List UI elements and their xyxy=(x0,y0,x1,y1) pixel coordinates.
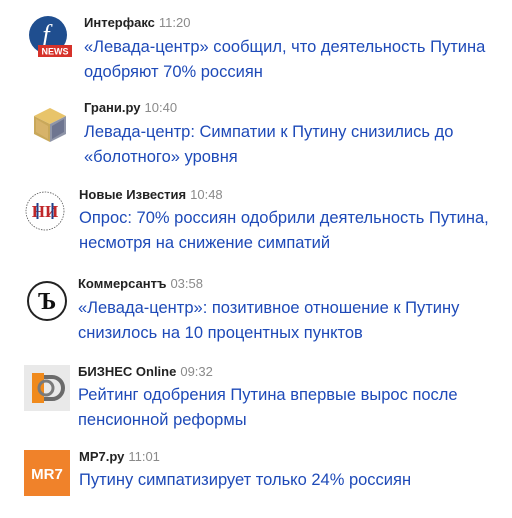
kommersant-logo[interactable]: Ъ xyxy=(24,278,70,324)
source-line: МР7.ру 11:01 xyxy=(79,449,160,465)
headline-line[interactable]: одобряют 70% россиян xyxy=(84,60,512,85)
publish-time: 10:48 xyxy=(190,187,223,202)
source-line: Коммерсантъ 03:58 xyxy=(78,276,203,292)
source-line: БИЗНЕС Online 09:32 xyxy=(78,364,213,380)
headline-line[interactable]: Рейтинг одобрения Путина впервые вырос п… xyxy=(78,383,508,408)
source-line: Новые Известия 10:48 xyxy=(79,187,223,203)
headline-line[interactable]: Путину симпатизирует только 24% россиян xyxy=(79,468,509,493)
novye-izvestia-logo-text: НИ xyxy=(32,202,58,221)
headline-line[interactable]: пенсионной реформы xyxy=(78,408,508,433)
headline-line[interactable]: несмотря на снижение симпатий xyxy=(79,231,509,256)
publish-time: 09:32 xyxy=(180,364,213,379)
headline-link[interactable]: «Левада-центр» сообщил, что деятельность… xyxy=(84,35,512,85)
source-name[interactable]: Коммерсантъ xyxy=(78,276,166,291)
headline-link[interactable]: Левада-центр: Симпатии к Путину снизилис… xyxy=(84,120,512,170)
source-name[interactable]: Грани.ру xyxy=(84,100,141,115)
headline-line[interactable]: снизилось на 10 процентных пунктов xyxy=(78,321,508,346)
source-name[interactable]: Интерфакс xyxy=(84,15,155,30)
source-name[interactable]: МР7.ру xyxy=(79,449,124,464)
interfax-news-logo[interactable]: f NEWS xyxy=(28,15,74,61)
novye-izvestia-logo[interactable]: НИ xyxy=(22,188,68,234)
publish-time: 11:20 xyxy=(158,15,191,30)
headline-link[interactable]: Рейтинг одобрения Путина впервые вырос п… xyxy=(78,383,508,433)
headline-line[interactable]: Опрос: 70% россиян одобрили деятельность… xyxy=(79,206,509,231)
publish-time: 03:58 xyxy=(170,276,203,291)
publish-time: 11:01 xyxy=(128,449,160,464)
headline-link[interactable]: Путину симпатизирует только 24% россиян xyxy=(79,468,509,493)
source-name[interactable]: БИЗНЕС Online xyxy=(78,364,176,379)
publish-time: 10:40 xyxy=(144,100,178,115)
grani-cube-logo[interactable] xyxy=(30,104,76,150)
biznes-online-logo[interactable] xyxy=(24,365,70,411)
headline-link[interactable]: «Левада-центр»: позитивное отношение к П… xyxy=(78,296,508,346)
headline-line[interactable]: Левада-центр: Симпатии к Путину снизилис… xyxy=(84,120,512,145)
headline-link[interactable]: Опрос: 70% россиян одобрили деятельность… xyxy=(79,206,509,256)
source-line: Интерфакс 11:20 xyxy=(84,15,190,31)
interfax-logo-text: NEWS xyxy=(42,47,69,57)
headline-line[interactable]: «болотного» уровня xyxy=(84,145,512,170)
headline-line[interactable]: «Левада-центр»: позитивное отношение к П… xyxy=(78,296,508,321)
source-name[interactable]: Новые Известия xyxy=(79,187,186,202)
source-line: Грани.ру 10:40 xyxy=(84,100,177,116)
mr7-logo-text: MR7 xyxy=(31,466,63,483)
headline-line[interactable]: «Левада-центр» сообщил, что деятельность… xyxy=(84,35,512,60)
kommersant-logo-text: Ъ xyxy=(38,289,56,315)
mr7-logo[interactable]: MR7 xyxy=(24,450,70,496)
